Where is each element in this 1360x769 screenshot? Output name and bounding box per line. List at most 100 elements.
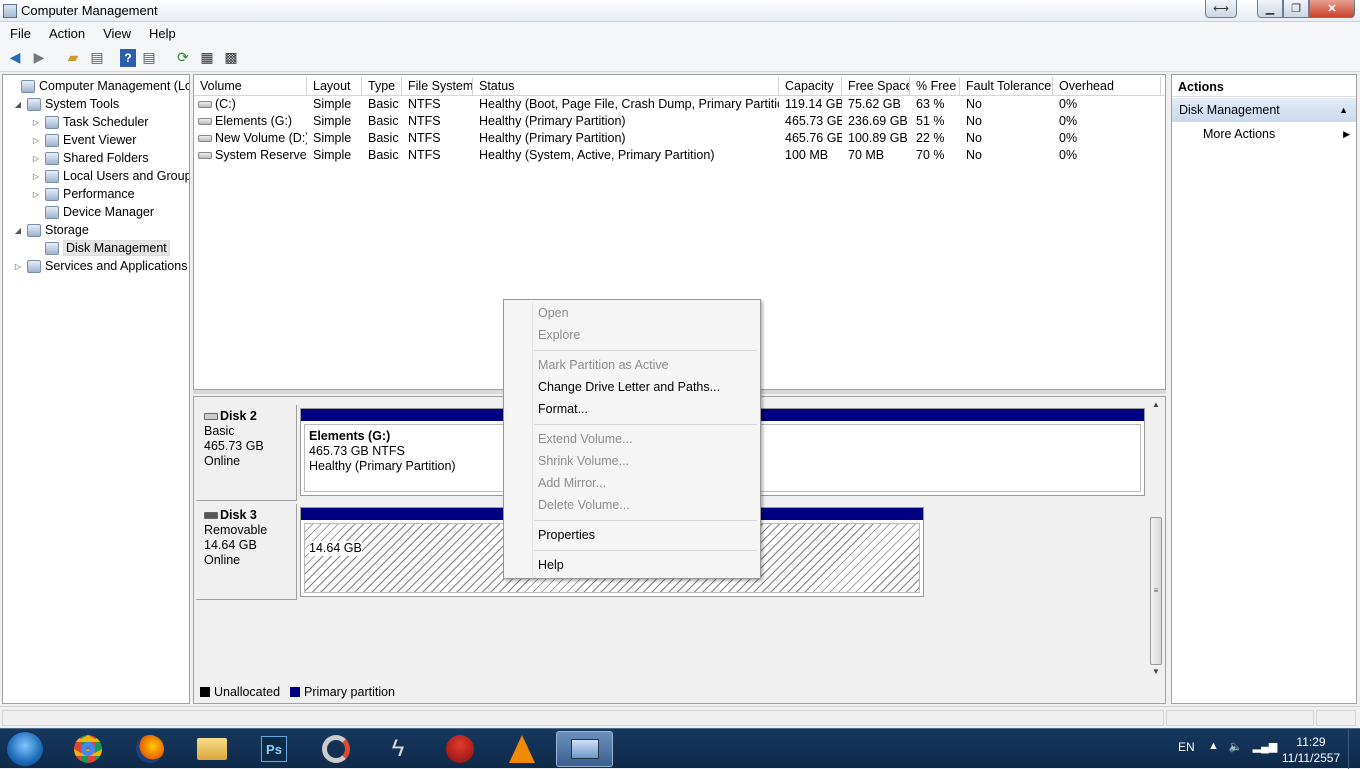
app-lightning-icon[interactable]: ϟ: [372, 731, 424, 767]
start-button[interactable]: [6, 731, 44, 767]
volume-name-cell: New Volume (D:): [194, 130, 307, 147]
column-header-overhead[interactable]: Overhead: [1053, 77, 1161, 96]
refresh-icon[interactable]: ⟳: [172, 47, 194, 69]
computer-management-taskbar-icon[interactable]: [556, 731, 613, 767]
tree-item-performance[interactable]: ▷ Performance: [31, 185, 135, 203]
expand-arrow-icon[interactable]: ▷: [31, 136, 41, 145]
column-header-file-system[interactable]: File System: [402, 77, 473, 96]
volume-name-cell: (C:): [194, 96, 307, 113]
show-desktop-button[interactable]: [1348, 729, 1360, 769]
tree-item-event-viewer[interactable]: ▷ Event Viewer: [31, 131, 137, 149]
show-hidden-icons-icon[interactable]: ▲: [1208, 740, 1219, 753]
tree-item-disk-management[interactable]: Disk Management: [31, 239, 170, 257]
column-header-free-space[interactable]: Free Space: [842, 77, 910, 96]
resize-arrows-button[interactable]: ⟷: [1205, 0, 1237, 18]
expand-arrow-icon[interactable]: ▷: [31, 154, 41, 163]
vlc-icon[interactable]: [496, 731, 548, 767]
maximize-button[interactable]: ❐: [1283, 0, 1309, 18]
expand-arrow-icon[interactable]: ▷: [31, 118, 41, 127]
tree-item-services-and-applications[interactable]: ▷ Services and Applications: [13, 257, 188, 275]
tree-item-label: Event Viewer: [63, 133, 137, 147]
tree-item-computer-management-local[interactable]: Computer Management (Local: [7, 77, 189, 95]
actions-section-disk-management[interactable]: Disk Management ▲: [1172, 98, 1356, 122]
volume-row[interactable]: (C:) Simple Basic NTFS Healthy (Boot, Page F…: [194, 96, 1165, 113]
network-signal-icon[interactable]: ▂▄▆: [1253, 740, 1278, 753]
forward-arrow-icon[interactable]: ▶: [28, 47, 50, 69]
expand-arrow-icon[interactable]: ▷: [31, 190, 41, 199]
menu-item-properties[interactable]: Properties: [538, 524, 595, 546]
column-header-status[interactable]: Status: [473, 77, 779, 96]
volume-cell-file-system: NTFS: [408, 148, 441, 162]
tree-item-storage[interactable]: ◢ Storage: [13, 221, 89, 239]
collapse-arrow-icon[interactable]: ◢: [13, 226, 23, 235]
taskbar: Ps ϟ EN ▲ 🔈 ▂▄▆ 11:29 11/11/2557: [0, 728, 1360, 769]
volume-icon[interactable]: 🔈: [1229, 740, 1243, 753]
up-folder-icon[interactable]: ▰: [62, 47, 84, 69]
volume-cell-capacity: 465.76 GB: [785, 131, 842, 145]
window-title: Computer Management: [21, 3, 158, 18]
tree-item-local-users-and-groups[interactable]: ▷ Local Users and Groups: [31, 167, 189, 185]
tree-item-device-manager[interactable]: Device Manager: [31, 203, 154, 221]
column-header-capacity[interactable]: Capacity: [779, 77, 842, 96]
menu-item-open[interactable]: Open: [538, 302, 569, 324]
app-ring-icon[interactable]: [310, 731, 362, 767]
language-indicator[interactable]: EN: [1178, 740, 1195, 754]
scroll-thumb[interactable]: ≡: [1150, 517, 1162, 665]
menu-item-change-drive-letter-and-paths[interactable]: Change Drive Letter and Paths...: [538, 376, 720, 398]
tree-item-label: Performance: [63, 187, 135, 201]
help-icon[interactable]: ?: [120, 48, 136, 67]
minimize-button[interactable]: ▁: [1257, 0, 1283, 18]
volume-row[interactable]: System Reserved Simple Basic NTFS Healthy (S…: [194, 147, 1165, 164]
menu-item-explore[interactable]: Explore: [538, 324, 580, 346]
menu-item-shrink-volume[interactable]: Shrink Volume...: [538, 450, 629, 472]
app-red-figure-icon[interactable]: [434, 731, 486, 767]
disk-3-info[interactable]: Disk 3 Removable 14.64 GB Online: [196, 504, 297, 600]
menu-item-help[interactable]: Help: [538, 554, 564, 576]
scroll-down-icon[interactable]: ▼: [1152, 667, 1160, 676]
menu-item-mark-partition-as-active[interactable]: Mark Partition as Active: [538, 354, 669, 376]
disk-view-scrollbar[interactable]: ▲ ≡ ▼: [1148, 397, 1165, 677]
menu-view[interactable]: View: [93, 26, 139, 41]
menu-item-extend-volume[interactable]: Extend Volume...: [538, 428, 633, 450]
column-header-volume[interactable]: Volume: [194, 77, 307, 96]
menu-file[interactable]: File: [0, 26, 39, 41]
menu-item-delete-volume[interactable]: Delete Volume...: [538, 494, 630, 516]
tree-item-shared-folders[interactable]: ▷ Shared Folders: [31, 149, 149, 167]
menu-item-add-mirror[interactable]: Add Mirror...: [538, 472, 606, 494]
back-arrow-icon[interactable]: ◀: [4, 47, 26, 69]
volume-row[interactable]: Elements (G:) Simple Basic NTFS Healthy (Pri…: [194, 113, 1165, 130]
disk-settings-icon[interactable]: ▩: [220, 47, 242, 69]
disk-2-info[interactable]: Disk 2 Basic 465.73 GB Online: [196, 405, 297, 501]
properties-icon[interactable]: ▦: [196, 47, 218, 69]
system-tray: ▲ 🔈 ▂▄▆: [1208, 740, 1277, 753]
firefox-icon[interactable]: [124, 731, 176, 767]
close-button[interactable]: ✕: [1309, 0, 1355, 18]
scroll-up-icon[interactable]: ▲: [1152, 400, 1160, 409]
clock[interactable]: 11:29 11/11/2557: [1276, 734, 1346, 766]
menu-help[interactable]: Help: [139, 26, 184, 41]
photoshop-icon[interactable]: Ps: [248, 731, 300, 767]
drive-icon: [198, 118, 212, 126]
column-header-layout[interactable]: Layout: [307, 77, 362, 96]
column-header-type[interactable]: Type: [362, 77, 402, 96]
menu-item-format[interactable]: Format...: [538, 398, 588, 420]
column-header-free[interactable]: % Free: [910, 77, 960, 96]
tree-item-task-scheduler[interactable]: ▷ Task Scheduler: [31, 113, 149, 131]
tree-item-label: Storage: [45, 223, 89, 237]
explorer-folder-icon[interactable]: [186, 731, 238, 767]
show-hide-console-tree-icon[interactable]: ▤: [86, 47, 108, 69]
menu-action[interactable]: Action: [39, 26, 93, 41]
chrome-icon[interactable]: [62, 731, 114, 767]
collapse-up-icon[interactable]: ▲: [1339, 98, 1348, 122]
legend-primary: Primary partition: [304, 685, 396, 699]
show-hide-action-pane-icon[interactable]: ▤: [138, 47, 160, 69]
volume-cell-layout: Simple: [313, 114, 352, 128]
tree-item-system-tools[interactable]: ◢ System Tools: [13, 95, 119, 113]
column-header-fault-tolerance[interactable]: Fault Tolerance: [960, 77, 1053, 96]
collapse-arrow-icon[interactable]: ◢: [13, 100, 23, 109]
more-actions-item[interactable]: More Actions ▶: [1172, 122, 1356, 146]
volume-row[interactable]: New Volume (D:) Simple Basic NTFS Healthy (P…: [194, 130, 1165, 147]
expand-arrow-icon[interactable]: ▷: [13, 262, 23, 271]
expand-arrow-icon[interactable]: ▷: [31, 172, 41, 181]
menu-separator: [534, 520, 757, 521]
